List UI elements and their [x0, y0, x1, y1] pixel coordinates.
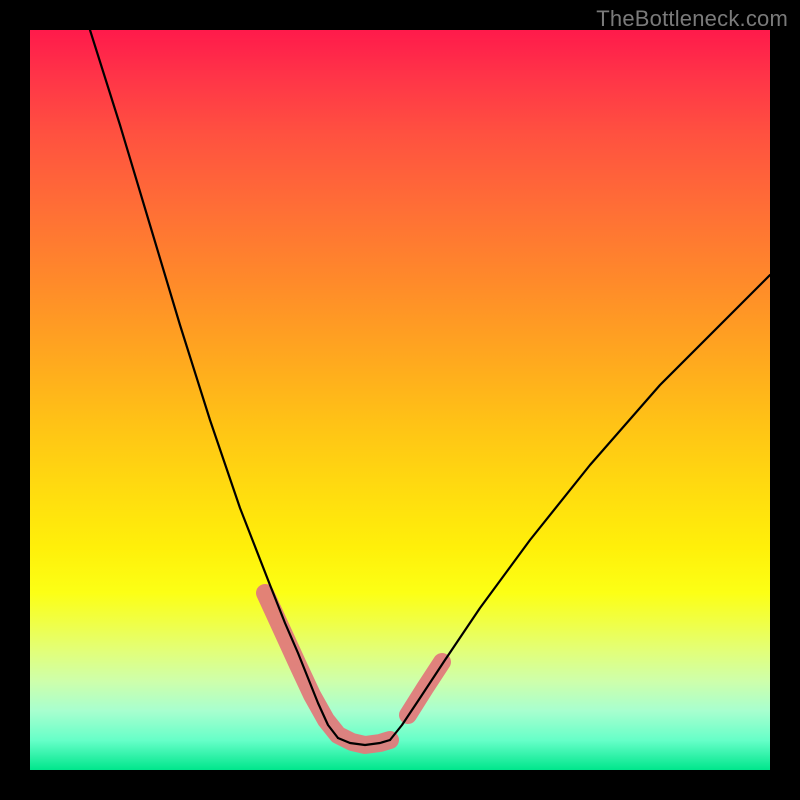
watermark-text: TheBottleneck.com: [596, 6, 788, 32]
plot-area: [30, 30, 770, 770]
curve-left-descent: [90, 30, 338, 738]
curve-layer: [30, 30, 770, 770]
chart-frame: TheBottleneck.com: [0, 0, 800, 800]
